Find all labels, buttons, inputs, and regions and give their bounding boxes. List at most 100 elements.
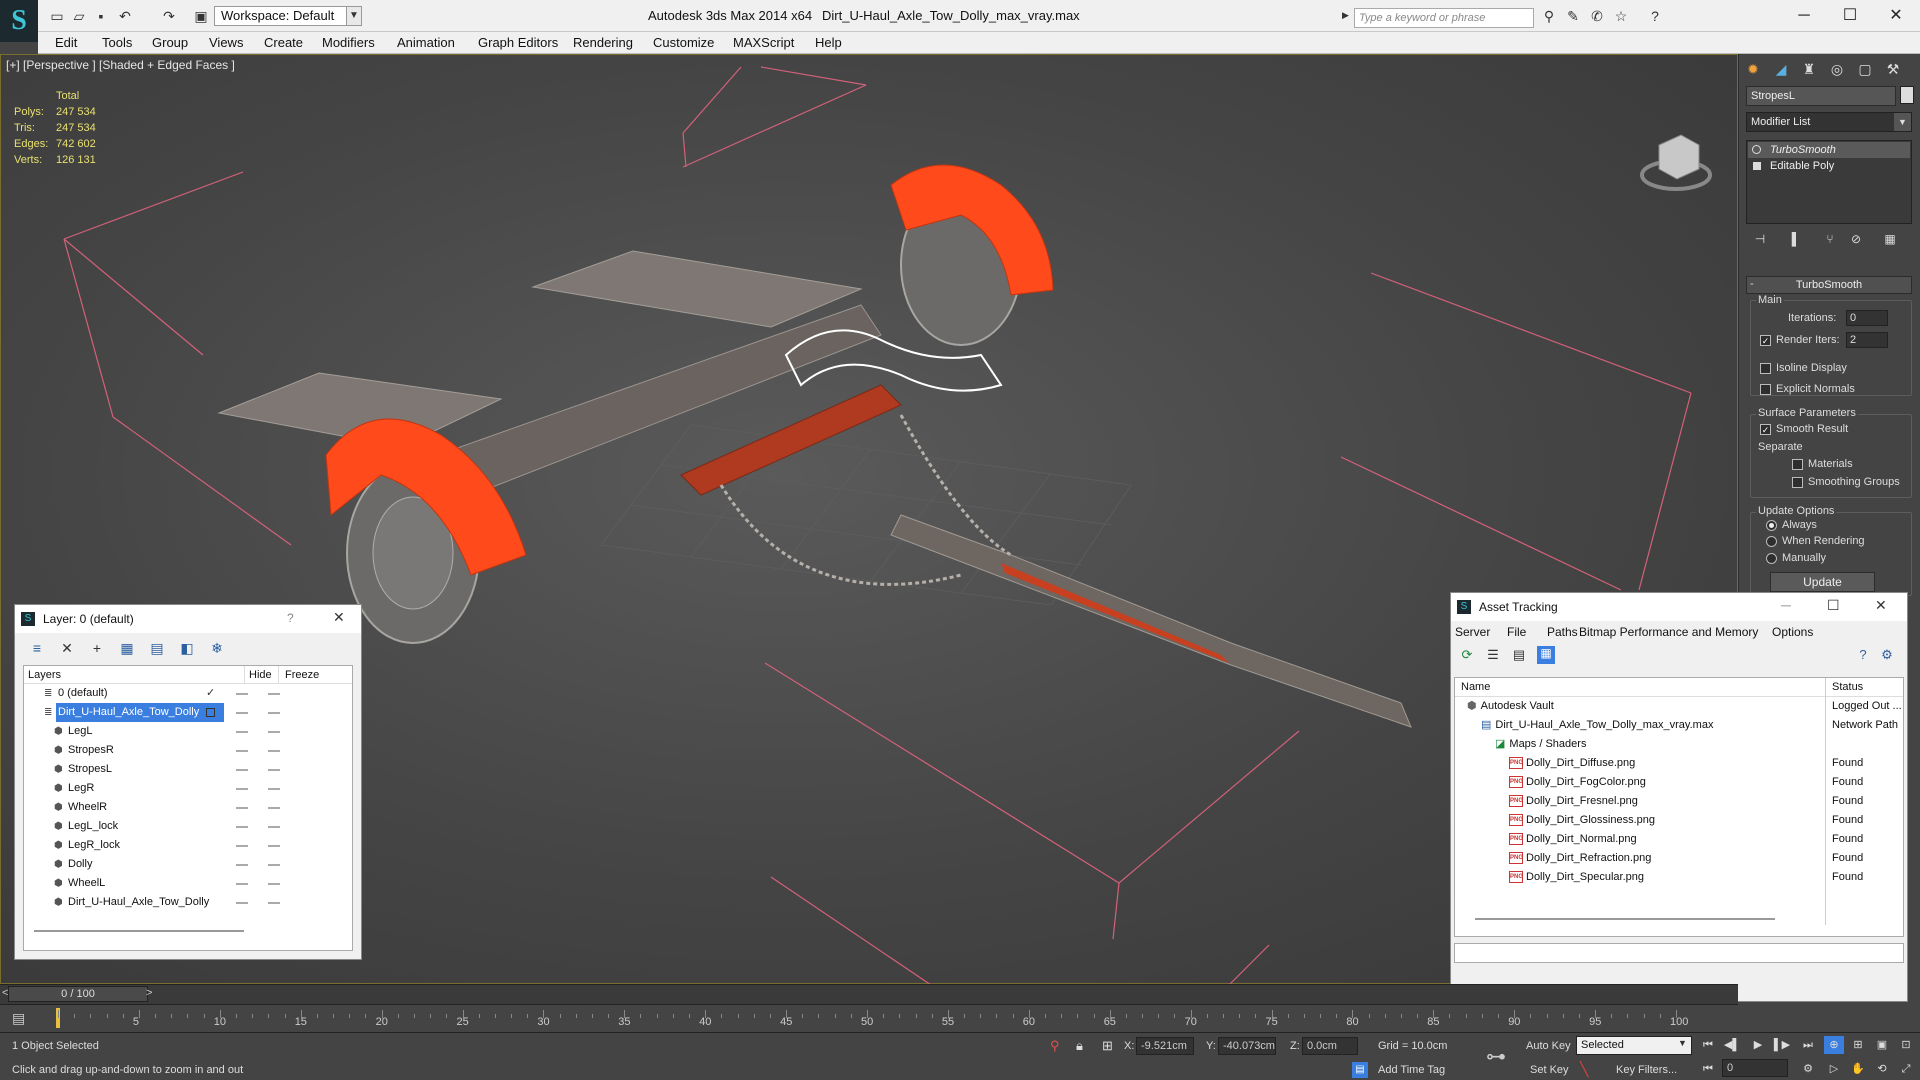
new-layer-icon[interactable]: ≡ (27, 639, 47, 657)
zoom-icon[interactable]: ⊕ (1824, 1036, 1844, 1054)
menu-modifiers[interactable]: Modifiers (322, 35, 375, 50)
open-file-icon[interactable]: ▱ (70, 8, 88, 24)
maximize-viewport-icon[interactable]: ⤢ (1896, 1060, 1916, 1078)
viewcube-icon[interactable] (1658, 134, 1700, 180)
hide-all-icon[interactable]: ◧ (177, 639, 197, 657)
hide-toggle[interactable] (236, 693, 248, 695)
bulb-icon[interactable] (1752, 145, 1761, 154)
project-folder-icon[interactable]: ▣ (192, 8, 210, 24)
menu-animation[interactable]: Animation (397, 35, 455, 50)
menu-group[interactable]: Group (152, 35, 188, 50)
time-slider[interactable] (0, 984, 1738, 1004)
layer-row[interactable]: ⬢ StropesR (24, 741, 352, 760)
freeze-column-header[interactable]: Freeze (278, 666, 352, 684)
layer-row[interactable]: ⬢ LegR (24, 779, 352, 798)
redo-icon[interactable]: ↷ (160, 8, 178, 24)
search-input[interactable]: Type a keyword or phrase (1354, 8, 1534, 28)
always-radio[interactable] (1766, 520, 1777, 531)
freeze-toggle[interactable] (268, 845, 280, 847)
show-end-result-icon[interactable]: ▌ (1786, 230, 1806, 248)
hide-toggle[interactable] (236, 731, 248, 733)
orbit-icon[interactable]: ⟲ (1872, 1060, 1892, 1078)
freeze-toggle[interactable] (268, 731, 280, 733)
auto-key-button[interactable]: Auto Key (1526, 1040, 1571, 1052)
asset-row[interactable]: PNG Dolly_Dirt_Glossiness.png Found (1455, 811, 1903, 830)
freeze-toggle[interactable] (268, 883, 280, 885)
communication-icon[interactable]: ✆ (1588, 8, 1606, 24)
menu-graph-editors[interactable]: Graph Editors (478, 35, 558, 50)
object-color-swatch[interactable] (1900, 86, 1914, 104)
layer-row[interactable]: ⬢ LegR_lock (24, 836, 352, 855)
next-frame-icon[interactable]: ▌▶ (1772, 1036, 1792, 1054)
horizontal-scrollbar[interactable] (34, 930, 244, 932)
z-coordinate-field[interactable]: 0.0cm (1302, 1037, 1358, 1055)
help-icon[interactable]: ? (1855, 647, 1871, 663)
layer-row[interactable]: ⬢ WheelL (24, 874, 352, 893)
key-icon[interactable]: ⊶ (1486, 1044, 1506, 1069)
close-button[interactable]: ✕ (333, 609, 345, 626)
highlight-layer-icon[interactable]: ▤ (147, 639, 167, 657)
lock-selection-icon[interactable]: 🔒︎ (1076, 1038, 1083, 1054)
minimize-button[interactable]: ─ (1784, 4, 1824, 28)
layer-row[interactable]: ⬢ LegL_lock (24, 817, 352, 836)
manually-radio[interactable] (1766, 553, 1777, 564)
name-column-header[interactable]: Name (1455, 681, 1490, 693)
hide-toggle[interactable] (236, 712, 248, 714)
time-config-icon[interactable]: ⚙ (1798, 1060, 1818, 1078)
absolute-mode-icon[interactable]: ⊞ (1102, 1038, 1113, 1054)
app-logo-icon[interactable]: S (0, 0, 38, 42)
x-coordinate-field[interactable]: -9.521cm (1136, 1037, 1194, 1055)
hide-toggle[interactable] (236, 902, 248, 904)
help-icon[interactable]: ? (1646, 8, 1664, 24)
asset-menu-options[interactable]: Options (1772, 621, 1813, 643)
freeze-toggle[interactable] (268, 769, 280, 771)
go-to-start-icon[interactable]: ⏮ (1698, 1036, 1718, 1054)
asset-row[interactable]: ◪ Maps / Shaders (1455, 735, 1903, 754)
key-mode-icon[interactable]: ⏮ (1698, 1060, 1718, 1078)
asset-menu-paths[interactable]: Paths (1547, 621, 1578, 643)
asset-row[interactable]: ⬢ Autodesk Vault Logged Out ... (1455, 697, 1903, 716)
hide-toggle[interactable] (236, 826, 248, 828)
delete-layer-icon[interactable]: ✕ (57, 639, 77, 657)
layer-row[interactable]: ⬢ StropesL (24, 760, 352, 779)
next-frame-icon[interactable]: > (146, 987, 152, 999)
update-button[interactable]: Update (1770, 572, 1875, 592)
key-filters-button[interactable]: Key Filters... (1616, 1064, 1677, 1076)
hierarchy-tab-icon[interactable]: ♜ (1798, 58, 1820, 80)
path-field[interactable] (1454, 943, 1904, 963)
layer-window-title[interactable]: Layer: 0 (default) (15, 605, 361, 633)
horizontal-scrollbar[interactable] (1475, 918, 1775, 920)
add-time-tag[interactable]: Add Time Tag (1378, 1064, 1445, 1076)
render-iters-checkbox[interactable]: ✓ (1760, 335, 1771, 346)
list-view-icon[interactable]: ☰ (1485, 647, 1501, 663)
display-tab-icon[interactable]: ▢ (1854, 58, 1876, 80)
workspace-dropdown[interactable]: Workspace: Default (214, 6, 348, 26)
previous-frame-icon[interactable]: ◀▌ (1722, 1036, 1742, 1054)
hide-column-header[interactable]: Hide (244, 666, 278, 684)
object-name-field[interactable]: StropesL (1746, 86, 1896, 106)
close-button[interactable]: ✕ (1875, 597, 1887, 614)
layers-column-header[interactable]: Layers (24, 666, 244, 684)
layer-row[interactable]: ⬢ Dirt_U-Haul_Axle_Tow_Dolly (24, 893, 352, 912)
menu-edit[interactable]: Edit (55, 35, 77, 50)
add-selection-box-icon[interactable] (206, 708, 215, 717)
maximize-button[interactable]: ☐ (1830, 4, 1870, 28)
menu-rendering[interactable]: Rendering (573, 35, 633, 50)
materials-checkbox[interactable] (1792, 459, 1803, 470)
asset-menu-file[interactable]: File (1507, 621, 1526, 643)
asset-menu-bitmap[interactable]: Bitmap Performance and Memory (1579, 621, 1758, 643)
create-tab-icon[interactable]: ✹ (1742, 58, 1764, 80)
asset-row[interactable]: PNG Dolly_Dirt_Normal.png Found (1455, 830, 1903, 849)
freeze-toggle[interactable] (268, 712, 280, 714)
menu-customize[interactable]: Customize (653, 35, 714, 50)
status-column-header[interactable]: Status (1825, 678, 1903, 697)
selection-set-dropdown[interactable]: Selected (1576, 1036, 1692, 1055)
zoom-extents-icon[interactable]: ▣ (1872, 1036, 1892, 1054)
modifier-list-dropdown[interactable]: Modifier List (1746, 112, 1912, 132)
refresh-icon[interactable]: ⟳ (1459, 647, 1475, 663)
modify-tab-icon[interactable]: ◢ (1770, 58, 1792, 80)
settings-help-icon[interactable]: ⚙ (1879, 647, 1895, 663)
layer-row[interactable]: ≣ Dirt_U-Haul_Axle_Tow_Dolly (24, 703, 352, 722)
chevron-down-icon[interactable]: ▼ (346, 6, 362, 26)
turbosmooth-rollout-title[interactable]: TurboSmooth (1746, 276, 1912, 294)
